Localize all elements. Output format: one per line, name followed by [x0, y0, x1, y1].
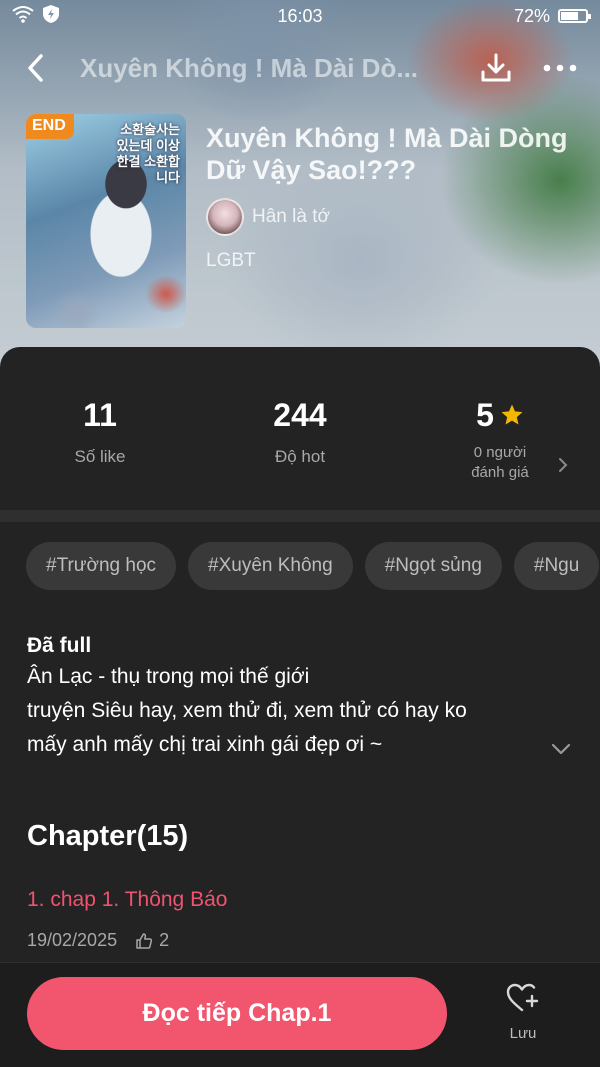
- chapter-item-title[interactable]: 1. chap 1. Thông Báo: [27, 888, 227, 912]
- description-line: mấy anh mấy chị trai xinh gái đẹp ơi ~: [27, 733, 383, 756]
- book-title: Xuyên Không ! Mà Dài Dòng Dữ Vậy Sao!???: [206, 123, 568, 185]
- save-button[interactable]: Lưu: [490, 982, 556, 1052]
- hot-label: Độ hot: [274, 447, 326, 466]
- thumbs-up-icon: [136, 932, 153, 949]
- top-nav: Xuyên Không ! Mà Dài Dò...: [0, 40, 600, 96]
- rating-count: 0 người: [473, 444, 527, 461]
- likes-stat: 11 Số like: [0, 395, 200, 505]
- expand-description-button[interactable]: [550, 742, 572, 761]
- genre-label: LGBT: [206, 250, 256, 271]
- tag-chip[interactable]: #Xuyên Không: [188, 542, 353, 590]
- end-badge: END: [26, 114, 74, 139]
- rating-value-row: 5: [400, 395, 600, 435]
- download-icon: [481, 53, 511, 82]
- nav-title: Xuyên Không ! Mà Dài Dò...: [80, 52, 419, 83]
- wifi-icon: [12, 5, 34, 28]
- status-time: 16:03: [277, 5, 323, 26]
- chapter-like-count: 2: [159, 930, 170, 950]
- status-icons-left: [12, 4, 212, 29]
- description-line: Ân Lạc - thụ trong mọi thế giới: [27, 665, 310, 688]
- book-info: Xuyên Không ! Mà Dài Dòng Dữ Vậy Sao!???…: [206, 122, 576, 272]
- battery-icon: [558, 9, 591, 23]
- more-button[interactable]: [536, 44, 584, 92]
- section-divider: [0, 510, 600, 522]
- tag-chip[interactable]: #Ngu: [513, 542, 600, 590]
- chevron-right-icon: [559, 458, 568, 472]
- book-cover[interactable]: END 소환술사는 있는데 이상한걸 소환합니다: [26, 114, 186, 328]
- author[interactable]: Hân là tớ: [206, 198, 576, 236]
- likes-label: Số like: [74, 447, 126, 466]
- continue-reading-button[interactable]: Đọc tiếp Chap.1: [27, 977, 447, 1050]
- chapter-likes: 2: [135, 930, 169, 951]
- chapter-date: 19/02/2025: [27, 930, 118, 950]
- shield-icon: [42, 4, 60, 29]
- stats-row: 11 Số like 244 Độ hot 5 0 người đánh giá: [0, 395, 600, 505]
- likes-value: 11: [83, 397, 117, 433]
- back-button[interactable]: [16, 48, 56, 88]
- status-icons-right: 72%: [388, 5, 591, 27]
- rating-stat[interactable]: 5 0 người đánh giá: [400, 395, 600, 505]
- rating-value: 5: [476, 397, 494, 433]
- chevron-left-icon: [28, 54, 43, 82]
- more-icon: [543, 64, 577, 72]
- hot-value: 244: [273, 397, 327, 433]
- chevron-down-icon: [551, 743, 571, 755]
- star-icon: [501, 404, 523, 425]
- tag-chip[interactable]: #Ngọt sủng: [364, 542, 502, 590]
- description-line: truyện Siêu hay, xem thử đi, xem thử có …: [27, 699, 467, 722]
- save-label: Lưu: [509, 1025, 537, 1042]
- download-button[interactable]: [472, 44, 520, 92]
- tag-list: #Trường học #Xuyên Không #Ngọt sủng #Ngu: [26, 542, 600, 590]
- hot-stat: 244 Độ hot: [200, 395, 400, 505]
- completion-status: Đã full: [27, 634, 92, 657]
- cover-title-text: 소환술사는 있는데 이상한걸 소환합니다: [116, 122, 180, 185]
- description: Đã full Ân Lạc - thụ trong mọi thế giới …: [27, 632, 567, 762]
- status-bar: 16:03 72%: [0, 0, 600, 32]
- battery-level: [561, 12, 579, 20]
- chapter-heading: Chapter(15): [27, 820, 189, 852]
- heart-plus-icon: [506, 983, 539, 1012]
- avatar: [206, 198, 244, 236]
- rating-caption: đánh giá: [471, 464, 529, 481]
- tag-chip[interactable]: #Trường học: [26, 542, 177, 590]
- rating-label: 0 người đánh giá: [400, 443, 600, 483]
- author-name: Hân là tớ: [252, 206, 330, 227]
- chapter-item-meta: 19/02/2025 2: [27, 930, 169, 951]
- battery-percent: 72%: [513, 5, 550, 26]
